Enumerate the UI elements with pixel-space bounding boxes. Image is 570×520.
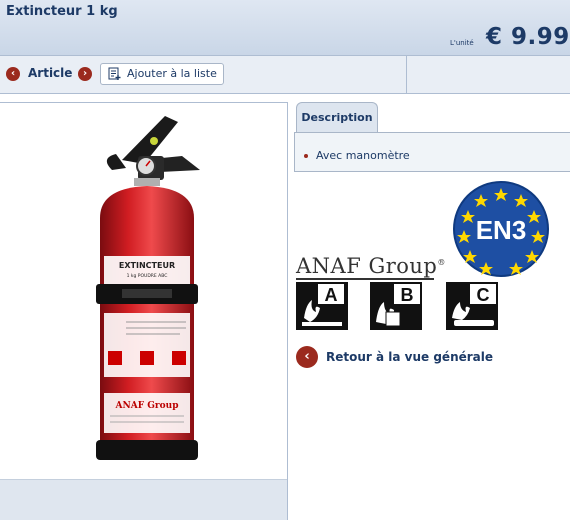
price-unit-label: L'unité <box>450 39 474 47</box>
toolbar: ‹ Article › Ajouter à la liste <box>0 56 570 94</box>
class-a-label: A <box>325 285 338 305</box>
fire-extinguisher-image: EXTINCTEUR 1 kg POUDRE ABC ANAF Group <box>96 116 200 460</box>
description-item: Avec manomètre <box>316 149 410 162</box>
product-label-name: EXTINCTEUR <box>119 261 175 270</box>
description-panel: Avec manomètre <box>294 132 570 172</box>
tab-description[interactable]: Description <box>296 102 378 133</box>
list-add-icon <box>108 67 121 80</box>
chevron-right-icon[interactable]: › <box>78 67 92 81</box>
product-price: € 9.99 <box>486 24 570 50</box>
en3-label: EN3 <box>476 215 527 245</box>
anaf-brand-logo: ANAF Group® <box>296 254 446 278</box>
back-to-overview-label[interactable]: Retour à la vue générale <box>326 350 493 364</box>
product-header: Extincteur 1 kg L'unité € 9.99 <box>0 0 570 56</box>
anaf-brand-text: ANAF Group <box>296 254 438 278</box>
product-image-panel: EXTINCTEUR 1 kg POUDRE ABC ANAF Group <box>0 102 288 520</box>
image-panel-footer <box>0 479 287 520</box>
fire-class-a-icon: A <box>296 282 348 330</box>
fire-class-b-icon: B <box>370 282 422 330</box>
chevron-left-icon[interactable]: ‹ <box>6 67 20 81</box>
en3-badge-icon: EN3 <box>453 181 549 277</box>
add-to-list-button[interactable]: Ajouter à la liste <box>100 63 224 85</box>
product-label-subtitle: 1 kg POUDRE ABC <box>127 273 168 279</box>
toolbar-divider <box>406 56 407 94</box>
registered-icon: ® <box>437 258 446 267</box>
arrow-left-icon[interactable]: ‹ <box>296 346 318 368</box>
bullet-icon <box>304 154 308 158</box>
brand-underline <box>296 278 434 280</box>
article-label: Article <box>28 66 73 80</box>
add-to-list-label: Ajouter à la liste <box>127 67 217 80</box>
product-label-brand: ANAF Group <box>115 401 179 411</box>
product-title: Extincteur 1 kg <box>6 4 118 19</box>
back-to-overview-link[interactable]: ‹ Retour à la vue générale <box>296 346 496 370</box>
class-c-label: C <box>477 285 490 305</box>
fire-class-c-icon: C <box>446 282 498 330</box>
class-b-label: B <box>401 285 414 305</box>
